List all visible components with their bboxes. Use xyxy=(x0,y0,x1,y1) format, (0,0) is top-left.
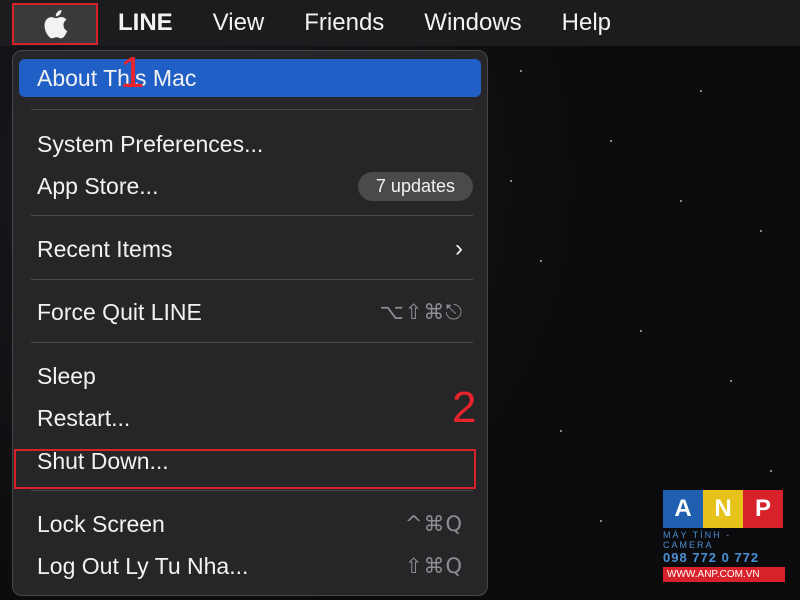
menu-item-label: Restart... xyxy=(37,404,131,431)
star xyxy=(680,200,682,202)
menubar-item-help[interactable]: Help xyxy=(542,0,631,46)
apple-dropdown-menu: About This Mac System Preferences... App… xyxy=(12,50,488,596)
menubar-item-windows[interactable]: Windows xyxy=(404,0,541,46)
menubar-item-view[interactable]: View xyxy=(193,0,285,46)
apple-logo-icon xyxy=(44,10,68,39)
keyboard-shortcut: ⇧⌘Q xyxy=(404,554,463,578)
star xyxy=(700,90,702,92)
menu-item-force-quit[interactable]: Force Quit LINE ⌥⇧⌘⎋ xyxy=(19,293,481,331)
annotation-highlight-box xyxy=(14,449,476,489)
menu-separator xyxy=(31,490,473,491)
menubar-app-name[interactable]: LINE xyxy=(98,0,193,46)
menu-item-recent-items[interactable]: Recent Items › xyxy=(19,230,481,268)
menu-separator xyxy=(31,109,473,110)
logo-letter: N xyxy=(703,490,743,528)
annotation-step-2: 2 xyxy=(452,383,477,432)
menu-item-app-store[interactable]: App Store... 7 updates xyxy=(19,167,481,205)
menu-item-label: Recent Items xyxy=(37,235,173,262)
menu-item-about-this-mac[interactable]: About This Mac xyxy=(19,59,481,97)
menu-item-sleep[interactable]: Sleep xyxy=(19,357,481,395)
menu-item-restart[interactable]: Restart... xyxy=(19,399,481,437)
updates-badge: 7 updates xyxy=(357,171,473,201)
menu-bar: LINE View Friends Windows Help xyxy=(0,0,800,46)
menu-item-log-out[interactable]: Log Out Ly Tu Nha... ⇧⌘Q xyxy=(19,547,481,585)
chevron-right-icon: › xyxy=(455,235,463,262)
menu-item-label: Lock Screen xyxy=(37,510,165,537)
anp-watermark-logo: A N P MÁY TÍNH - CAMERA 098 772 0 772 WW… xyxy=(663,490,785,582)
menubar-item-friends[interactable]: Friends xyxy=(284,0,404,46)
menu-separator xyxy=(31,342,473,343)
annotation-step-1: 1 xyxy=(120,48,145,97)
star xyxy=(600,520,602,522)
logo-phone: 098 772 0 772 xyxy=(663,550,760,565)
star xyxy=(760,230,762,232)
menu-separator xyxy=(31,215,473,216)
star xyxy=(510,180,512,182)
logo-letters: A N P xyxy=(663,490,785,528)
menu-item-label: App Store... xyxy=(37,172,159,199)
star xyxy=(640,330,642,332)
menu-item-label: Sleep xyxy=(37,362,96,389)
menu-item-system-preferences[interactable]: System Preferences... xyxy=(19,125,481,163)
star xyxy=(540,260,542,262)
menu-item-label: About This Mac xyxy=(37,64,197,91)
menu-item-label: Log Out Ly Tu Nha... xyxy=(37,552,249,579)
star xyxy=(560,430,562,432)
star xyxy=(520,70,522,72)
menu-item-label: Force Quit LINE xyxy=(37,298,202,325)
logo-letter: P xyxy=(743,490,783,528)
logo-url: WWW.ANP.COM.VN xyxy=(663,567,785,582)
keyboard-shortcut: ⌥⇧⌘⎋ xyxy=(379,299,463,324)
menu-item-lock-screen[interactable]: Lock Screen ^⌘Q xyxy=(19,505,481,543)
star xyxy=(610,140,612,142)
keyboard-shortcut: ^⌘Q xyxy=(404,512,463,536)
logo-subtitle: MÁY TÍNH - CAMERA xyxy=(663,530,732,550)
star xyxy=(770,470,772,472)
apple-menu-button[interactable] xyxy=(12,3,98,45)
star xyxy=(730,380,732,382)
logo-letter: A xyxy=(663,490,703,528)
menu-item-label: System Preferences... xyxy=(37,130,264,157)
menu-separator xyxy=(31,279,473,280)
